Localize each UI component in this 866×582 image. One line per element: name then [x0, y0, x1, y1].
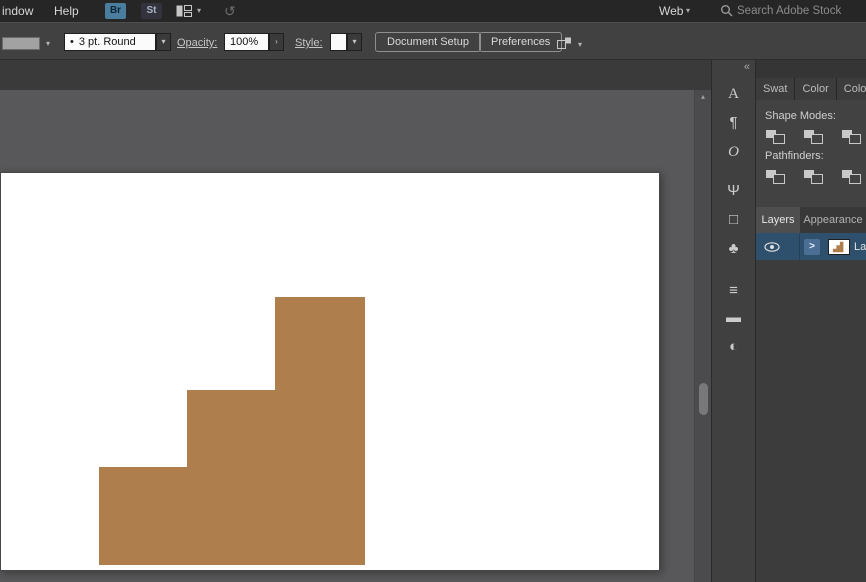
layers-tab-bar: Layers Appearance — [756, 207, 866, 233]
pathfinder-panel: Shape Modes: Pathfinders: — [756, 100, 866, 207]
artboards-panel-icon[interactable]: □ — [712, 208, 755, 232]
style-label[interactable]: Style: — [295, 35, 323, 51]
search-icon[interactable] — [720, 4, 733, 18]
artboard[interactable] — [0, 172, 660, 571]
pathfinders-label: Pathfinders: — [765, 150, 866, 162]
opacity-options-button[interactable]: › — [269, 33, 284, 51]
merge-icon[interactable] — [841, 169, 861, 184]
panel-tab-bar: Swat Color Color — [756, 60, 866, 100]
document-tab-bar — [0, 60, 711, 90]
fill-color-swatch[interactable] — [2, 37, 40, 50]
bridge-icon[interactable]: Br — [105, 3, 126, 19]
scrollbar-thumb[interactable] — [699, 383, 708, 415]
paragraph-panel-icon[interactable]: ¶ — [712, 111, 755, 135]
pathfinders-row — [765, 169, 866, 185]
align-options-icon[interactable] — [556, 37, 573, 55]
character-panel-icon[interactable]: A — [712, 82, 755, 106]
minus-front-icon[interactable] — [803, 129, 823, 144]
search-input[interactable] — [737, 0, 859, 22]
unite-icon[interactable] — [765, 129, 785, 144]
document-setup-button[interactable]: Document Setup — [375, 32, 481, 52]
collapse-panels-icon[interactable]: « — [744, 61, 750, 73]
vertical-scrollbar[interactable]: ▴ — [694, 90, 711, 582]
visibility-cell[interactable] — [756, 233, 800, 260]
divide-icon[interactable] — [765, 169, 785, 184]
shape-modes-label: Shape Modes: — [765, 110, 866, 122]
stroke-panel-icon[interactable]: ≡ — [712, 279, 755, 303]
tab-color[interactable]: Color — [795, 78, 836, 100]
stroke-style-dropdown[interactable]: ▾ — [156, 33, 171, 51]
chevron-down-icon[interactable]: ▾ — [578, 39, 582, 51]
glyphs-panel-icon[interactable]: Ψ — [712, 179, 755, 203]
sync-icon[interactable]: ↺ — [224, 0, 236, 22]
workspace-switcher[interactable]: Web — [653, 0, 689, 22]
chevron-down-icon[interactable]: ▾ — [46, 38, 50, 50]
eye-icon[interactable] — [764, 242, 780, 252]
menu-window[interactable]: indow — [0, 0, 39, 22]
menu-bar: indow Help Br St ▾ ↺ Web ▾ — [0, 0, 866, 22]
control-bar: ▾ • ▾ Opacity: › Style: ▾ Document Setup… — [0, 22, 866, 60]
chevron-down-icon[interactable]: ▾ — [197, 0, 201, 22]
illustrator-window: indow Help Br St ▾ ↺ Web ▾ ▾ • — [0, 0, 866, 582]
workspace-layout-icon[interactable] — [176, 5, 192, 17]
layer-name[interactable]: La — [854, 241, 866, 253]
symbols-panel-icon[interactable]: ♣ — [712, 237, 755, 261]
stock-icon[interactable]: St — [141, 3, 162, 19]
trim-icon[interactable] — [803, 169, 823, 184]
stroke-style-field[interactable]: • — [64, 33, 156, 51]
opacity-label[interactable]: Opacity: — [177, 35, 217, 51]
tab-appearance[interactable]: Appearance — [800, 207, 866, 233]
right-panel-dock: Swat Color Color Shape Modes: Pathfinder… — [755, 60, 866, 582]
opacity-field[interactable] — [224, 33, 269, 51]
menu-help[interactable]: Help — [48, 0, 85, 22]
scroll-up-arrow[interactable]: ▴ — [695, 90, 711, 104]
tab-color-guide[interactable]: Color — [837, 78, 866, 100]
panel-icon-strip: « A ¶ O Ψ □ ♣ ≡ ▬ ◐ — [711, 60, 755, 582]
canvas-area[interactable]: ▴ — [0, 60, 711, 582]
layers-panel: > La — [756, 233, 866, 582]
stroke-style-input[interactable] — [74, 36, 155, 48]
intersect-icon[interactable] — [841, 129, 861, 144]
opacity-input[interactable] — [225, 36, 268, 48]
shape-modes-row — [765, 129, 866, 145]
stroke-preview-dot: • — [65, 36, 74, 48]
layer-thumbnail[interactable] — [828, 239, 850, 255]
tab-swatches[interactable]: Swat — [756, 78, 795, 100]
preferences-button[interactable]: Preferences — [479, 32, 562, 52]
opentype-panel-icon[interactable]: O — [712, 140, 755, 164]
style-swatch[interactable] — [330, 33, 347, 51]
layer-row[interactable]: > La — [756, 233, 866, 260]
gradient-panel-icon[interactable]: ▬ — [712, 306, 755, 330]
tab-layers[interactable]: Layers — [756, 207, 800, 233]
chevron-down-icon[interactable]: ▾ — [686, 0, 690, 22]
layer-expander[interactable]: > — [804, 239, 820, 255]
transparency-panel-icon[interactable]: ◐ — [712, 335, 755, 359]
style-dropdown[interactable]: ▾ — [347, 33, 362, 51]
